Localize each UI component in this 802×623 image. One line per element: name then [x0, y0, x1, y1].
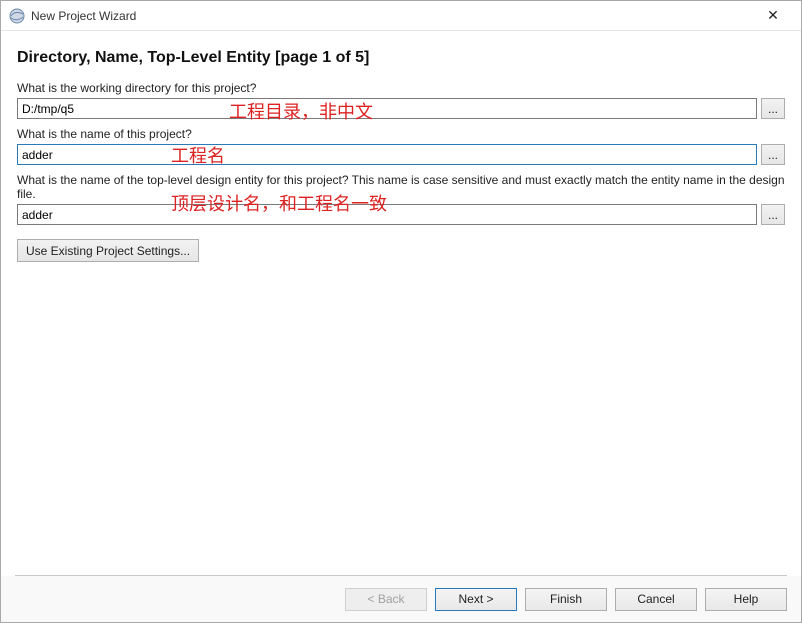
directory-label: What is the working directory for this p…	[17, 81, 785, 95]
back-button: < Back	[345, 588, 427, 611]
close-icon: ✕	[767, 7, 779, 24]
next-button[interactable]: Next >	[435, 588, 517, 611]
entity-label: What is the name of the top-level design…	[17, 173, 785, 201]
finish-button[interactable]: Finish	[525, 588, 607, 611]
directory-browse-button[interactable]: ...	[761, 98, 785, 119]
cancel-button[interactable]: Cancel	[615, 588, 697, 611]
name-input[interactable]	[17, 144, 757, 165]
help-button[interactable]: Help	[705, 588, 787, 611]
name-group: What is the name of this project? ...	[17, 127, 785, 165]
directory-input[interactable]	[17, 98, 757, 119]
wizard-footer: < Back Next > Finish Cancel Help	[1, 576, 801, 622]
content-area: Directory, Name, Top-Level Entity [page …	[1, 31, 801, 262]
name-browse-button[interactable]: ...	[761, 144, 785, 165]
page-title: Directory, Name, Top-Level Entity [page …	[17, 49, 785, 67]
entity-group: What is the name of the top-level design…	[17, 173, 785, 225]
window-title: New Project Wizard	[31, 9, 136, 23]
entity-input[interactable]	[17, 204, 757, 225]
use-existing-button[interactable]: Use Existing Project Settings...	[17, 239, 199, 262]
entity-browse-button[interactable]: ...	[761, 204, 785, 225]
close-button[interactable]: ✕	[753, 2, 793, 30]
app-icon	[9, 8, 25, 24]
name-label: What is the name of this project?	[17, 127, 785, 141]
titlebar: New Project Wizard ✕	[1, 1, 801, 31]
directory-group: What is the working directory for this p…	[17, 81, 785, 119]
